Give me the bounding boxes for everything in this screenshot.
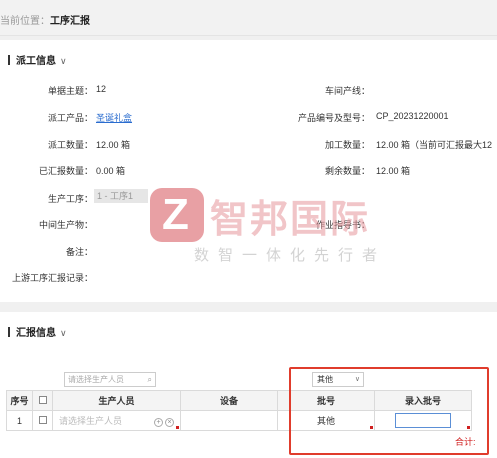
required-marker <box>176 426 179 429</box>
watermark-slogan: 数智一体化先行者 <box>194 247 387 264</box>
row-entered-batch-cell <box>374 410 472 431</box>
report-info-panel: 汇报信息 ∨ 请选择生产人员 ⌕ 其他 ∨ 序号 生产人员 设备 批号 录入批号 … <box>0 312 497 458</box>
clear-icon[interactable]: × <box>165 418 174 427</box>
intermediate-label: 中间生产物： <box>38 220 93 230</box>
row-select-cell <box>32 410 53 431</box>
remaining-qty-label: 剩余数量： <box>324 166 370 176</box>
watermark-logo-char: Z <box>162 190 189 239</box>
entered-batch-input[interactable] <box>395 413 451 428</box>
upstream-label: 上游工序汇报记录： <box>11 273 93 283</box>
remaining-qty-value: 12.00 箱 <box>376 166 411 176</box>
top-bar: 当前位置：工序汇报 <box>0 0 497 36</box>
chevron-down-icon[interactable]: ∨ <box>60 56 67 66</box>
product-code-value: CP_20231220001 <box>376 111 449 121</box>
report-section-header[interactable]: 汇报信息 ∨ <box>8 324 67 339</box>
dispatch-section-title: 派工信息 <box>16 56 56 67</box>
workshop-line-label: 车间产线： <box>324 86 370 96</box>
row-batch-value: 其他 <box>316 416 335 426</box>
col-person-header: 生产人员 <box>52 390 181 411</box>
breadcrumb: 当前位置：工序汇报 <box>0 12 90 27</box>
product-label: 派工产品： <box>47 113 93 123</box>
col-device-header: 设备 <box>180 390 278 411</box>
report-table: 序号 生产人员 设备 批号 录入批号 1 请选择生产人员 + × 其他 <box>6 390 472 431</box>
select-all-checkbox[interactable] <box>38 395 47 404</box>
watermark-name: 智邦国际 <box>210 199 371 241</box>
row-checkbox[interactable] <box>38 415 47 424</box>
section-bar <box>8 327 10 337</box>
total-label: 合计: <box>455 437 476 447</box>
dispatch-info-panel: 派工信息 ∨ 单据主题： 12 车间产线： 派工产品： 圣诞礼盒 产品编号及型号：… <box>0 40 497 302</box>
table-row: 1 请选择生产人员 + × 其他 <box>6 410 472 431</box>
dispatch-qty-label: 派工数量： <box>47 140 93 150</box>
process-field[interactable]: 1 - 工序1 <box>94 189 148 203</box>
doc-subject-label: 单据主题： <box>47 86 93 96</box>
report-section-title: 汇报信息 <box>16 328 56 339</box>
col-select-header <box>32 390 53 411</box>
reported-qty-label: 已汇报数量： <box>38 166 93 176</box>
table-header-row: 序号 生产人员 设备 批号 录入批号 <box>6 390 472 411</box>
required-marker <box>370 426 373 429</box>
col-entered-batch-header: 录入批号 <box>374 390 472 411</box>
batch-person-placeholder: 请选择生产人员 <box>68 375 124 384</box>
process-label: 生产工序： <box>47 194 93 204</box>
work-order-label: 作业指导书： <box>315 220 370 230</box>
batch-select-value: 其他 <box>317 375 333 384</box>
remark-label: 备注： <box>65 247 93 257</box>
breadcrumb-prefix: 当前位置： <box>0 16 50 27</box>
chevron-down-icon[interactable]: ∨ <box>60 328 67 338</box>
chevron-down-icon[interactable]: ∨ <box>355 373 360 386</box>
product-link[interactable]: 圣诞礼盒 <box>96 111 132 124</box>
row-person-placeholder: 请选择生产人员 <box>59 416 123 426</box>
dispatch-qty-value: 12.00 箱 <box>96 140 131 150</box>
process-qty-label: 加工数量： <box>324 140 370 150</box>
batch-select[interactable]: 其他 ∨ <box>312 372 364 387</box>
product-code-label: 产品编号及型号： <box>297 113 370 123</box>
process-qty-value: 12.00 箱（当前可汇报最大12 <box>376 140 493 150</box>
batch-person-search[interactable]: 请选择生产人员 ⌕ <box>64 372 156 387</box>
add-icon[interactable]: + <box>154 418 163 427</box>
search-icon[interactable]: ⌕ <box>148 373 152 386</box>
row-index: 1 <box>6 410 33 431</box>
reported-qty-value: 0.00 箱 <box>96 166 126 176</box>
dispatch-section-header[interactable]: 派工信息 ∨ <box>8 52 67 67</box>
row-device-cell[interactable] <box>180 410 278 431</box>
col-index-header: 序号 <box>6 390 33 411</box>
breadcrumb-current: 工序汇报 <box>50 16 90 27</box>
watermark-logo-icon: Z <box>150 188 204 242</box>
doc-subject-value: 12 <box>96 84 107 94</box>
col-batch-header: 批号 <box>277 390 375 411</box>
required-marker <box>467 426 470 429</box>
section-bar <box>8 55 10 65</box>
row-batch-cell[interactable]: 其他 <box>277 410 375 431</box>
row-person-cell[interactable]: 请选择生产人员 + × <box>52 410 181 431</box>
